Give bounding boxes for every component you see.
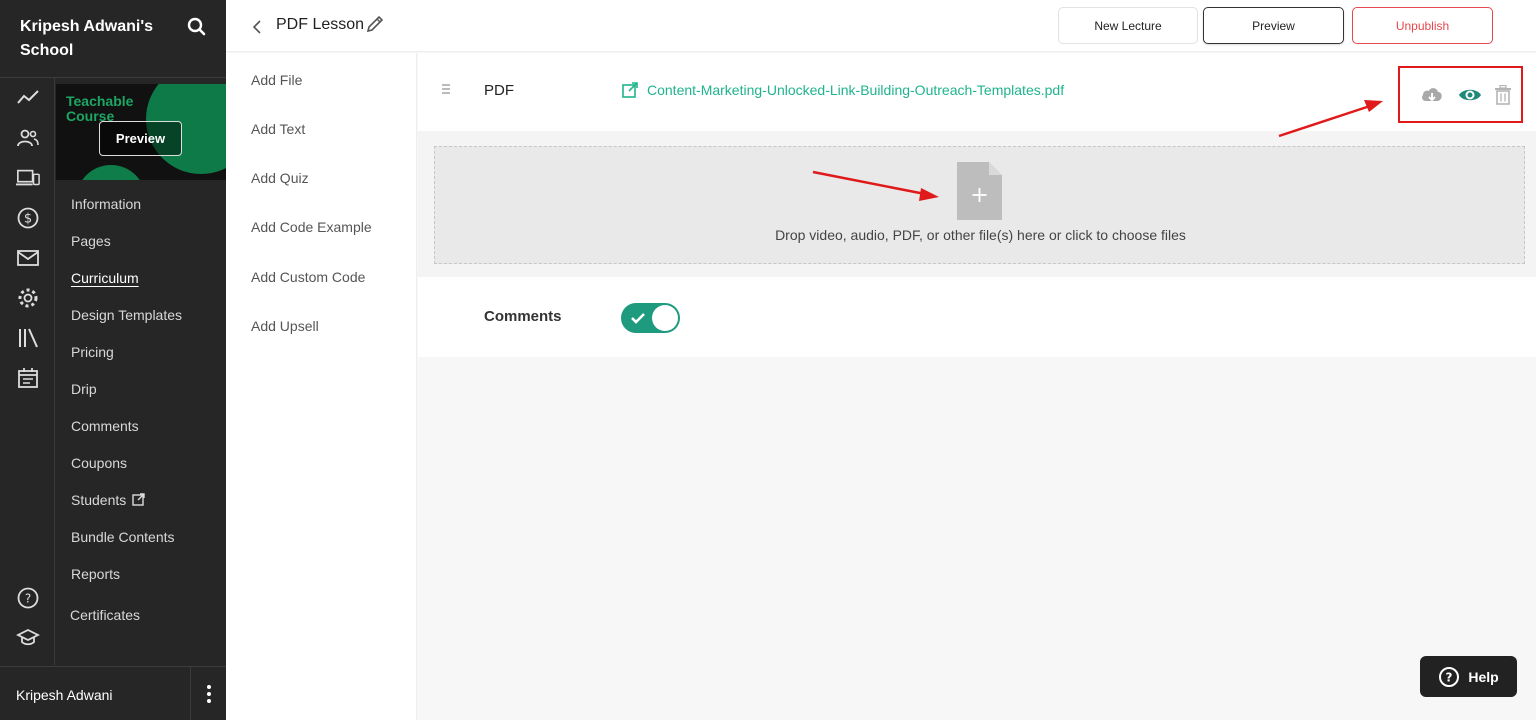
calendar-icon[interactable] (16, 366, 40, 390)
nav-item-design-templates[interactable]: Design Templates (71, 307, 182, 323)
file-actions-highlight (1398, 66, 1523, 123)
new-lecture-button[interactable]: New Lecture (1058, 7, 1198, 44)
nav-item-information[interactable]: Information (71, 196, 141, 212)
graduation-cap-icon[interactable] (16, 626, 40, 650)
check-icon (631, 313, 645, 324)
nav-item-bundle-contents[interactable]: Bundle Contents (71, 529, 175, 545)
file-link[interactable]: Content-Marketing-Unlocked-Link-Building… (622, 82, 1064, 98)
more-vertical-icon[interactable] (190, 667, 226, 720)
help-label: Help (1468, 668, 1499, 685)
add-code-example-button[interactable]: Add Code Example (251, 219, 372, 235)
comments-toggle[interactable] (621, 303, 680, 333)
help-circle-icon: ? (1439, 666, 1460, 687)
search-icon[interactable] (186, 16, 208, 38)
gear-icon[interactable] (16, 286, 40, 310)
thumbnail-decoration (76, 165, 146, 180)
users-icon[interactable] (16, 126, 40, 150)
svg-text:?: ? (25, 592, 31, 606)
external-link-icon (622, 82, 638, 98)
main-sidebar: Kripesh Adwani's School $ ? Teachable Co… (0, 0, 226, 720)
dropzone-section: Drop video, audio, PDF, or other file(s)… (418, 131, 1536, 277)
top-bar: PDF Lesson New Lecture Preview Unpublish (226, 0, 1536, 52)
nav-item-pages[interactable]: Pages (71, 233, 111, 249)
library-icon[interactable] (16, 326, 40, 350)
analytics-icon[interactable] (16, 86, 40, 110)
comments-setting-row: Comments (418, 277, 1536, 357)
nav-item-drip[interactable]: Drip (71, 381, 97, 397)
user-name[interactable]: Kripesh Adwani (16, 687, 113, 703)
course-thumbnail-title: Teachable Course (66, 93, 134, 124)
file-type-label: PDF (484, 82, 514, 99)
lesson-title: PDF Lesson (276, 16, 365, 33)
svg-text:$: $ (24, 212, 32, 227)
external-link-icon (132, 493, 145, 509)
nav-item-certificates[interactable]: Certificates (70, 607, 140, 623)
eye-icon[interactable] (1458, 85, 1482, 110)
trash-icon[interactable] (1494, 84, 1512, 110)
devices-icon[interactable] (16, 166, 40, 190)
file-dropzone[interactable]: Drop video, audio, PDF, or other file(s)… (434, 146, 1525, 264)
school-name[interactable]: Kripesh Adwani's School (20, 15, 180, 63)
icon-rail: $ ? (0, 78, 55, 665)
nav-item-pricing[interactable]: Pricing (71, 344, 114, 360)
file-name: Content-Marketing-Unlocked-Link-Building… (647, 82, 1065, 98)
chevron-left-icon[interactable] (250, 18, 264, 36)
toggle-knob (652, 305, 678, 331)
comments-label: Comments (484, 308, 562, 325)
dropzone-text: Drop video, audio, PDF, or other file(s)… (775, 227, 1186, 243)
add-upsell-button[interactable]: Add Upsell (251, 318, 319, 334)
nav-item-curriculum[interactable]: Curriculum (71, 270, 139, 286)
add-content-panel: Add File Add Text Add Quiz Add Code Exam… (226, 53, 417, 720)
mail-icon[interactable] (16, 246, 40, 270)
unpublish-button[interactable]: Unpublish (1352, 7, 1493, 44)
nav-item-students[interactable]: Students (71, 492, 145, 509)
pencil-icon[interactable] (365, 14, 385, 34)
course-thumbnail: Teachable Course Preview (56, 84, 226, 180)
course-preview-button[interactable]: Preview (99, 121, 182, 156)
add-file-button[interactable]: Add File (251, 72, 302, 88)
help-button[interactable]: ? Help (1420, 656, 1517, 697)
help-circle-icon[interactable]: ? (16, 586, 40, 610)
nav-item-comments[interactable]: Comments (71, 418, 139, 434)
file-attachment-row: PDF Content-Marketing-Unlocked-Link-Buil… (418, 53, 1536, 131)
add-file-icon (957, 162, 1002, 220)
drag-handle-icon[interactable] (442, 83, 450, 97)
cloud-download-icon[interactable] (1420, 85, 1444, 110)
preview-button[interactable]: Preview (1203, 7, 1344, 44)
svg-text:?: ? (1446, 670, 1453, 684)
nav-item-reports[interactable]: Reports (71, 566, 120, 582)
nav-item-students-label: Students (71, 492, 127, 508)
add-quiz-button[interactable]: Add Quiz (251, 170, 309, 186)
nav-item-coupons[interactable]: Coupons (71, 455, 127, 471)
add-text-button[interactable]: Add Text (251, 121, 305, 137)
dollar-icon[interactable]: $ (16, 206, 40, 230)
add-custom-code-button[interactable]: Add Custom Code (251, 269, 365, 285)
sidebar-footer: Kripesh Adwani (0, 666, 226, 720)
